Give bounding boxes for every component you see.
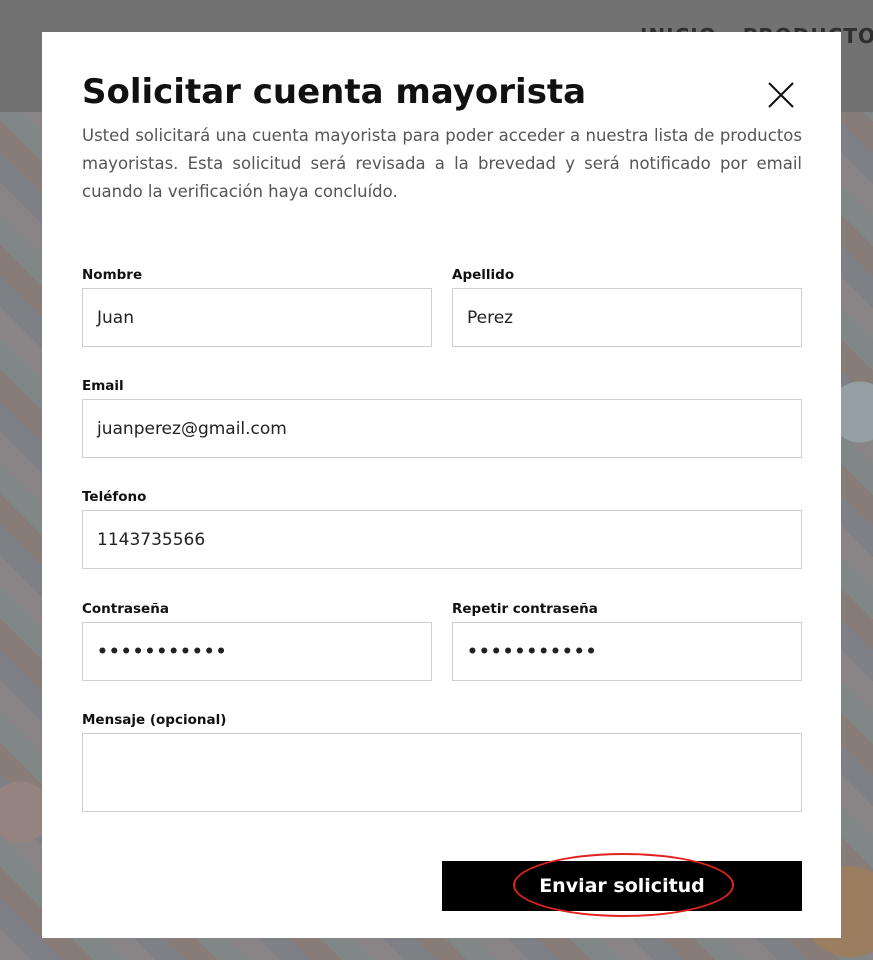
repetir-contrasena-label: Repetir contraseña [452,601,598,617]
mensaje-textarea[interactable] [82,733,802,812]
telefono-label: Teléfono [82,489,147,505]
email-input[interactable]: juanperez@gmail.com [82,399,802,458]
confirm-password-input[interactable]: ••••••••••• [452,622,802,681]
mensaje-label: Mensaje (opcional) [82,712,227,728]
apellido-label: Apellido [452,267,515,283]
contrasena-label: Contraseña [82,601,169,617]
apellido-input[interactable]: Perez [452,288,802,347]
nombre-input[interactable]: Juan [82,288,432,347]
telefono-input[interactable]: 1143735566 [82,510,802,569]
close-icon [768,82,794,108]
enviar-solicitud-button[interactable]: Enviar solicitud [442,861,802,911]
nombre-label: Nombre [82,267,143,283]
close-button[interactable] [766,80,796,110]
modal-title: Solicitar cuenta mayorista [82,72,587,112]
modal-description: Usted solicitará una cuenta mayorista pa… [82,126,802,201]
wholesale-request-modal: Solicitar cuenta mayorista Usted solicit… [42,32,841,938]
password-input[interactable]: ••••••••••• [82,622,432,681]
email-label: Email [82,378,124,394]
